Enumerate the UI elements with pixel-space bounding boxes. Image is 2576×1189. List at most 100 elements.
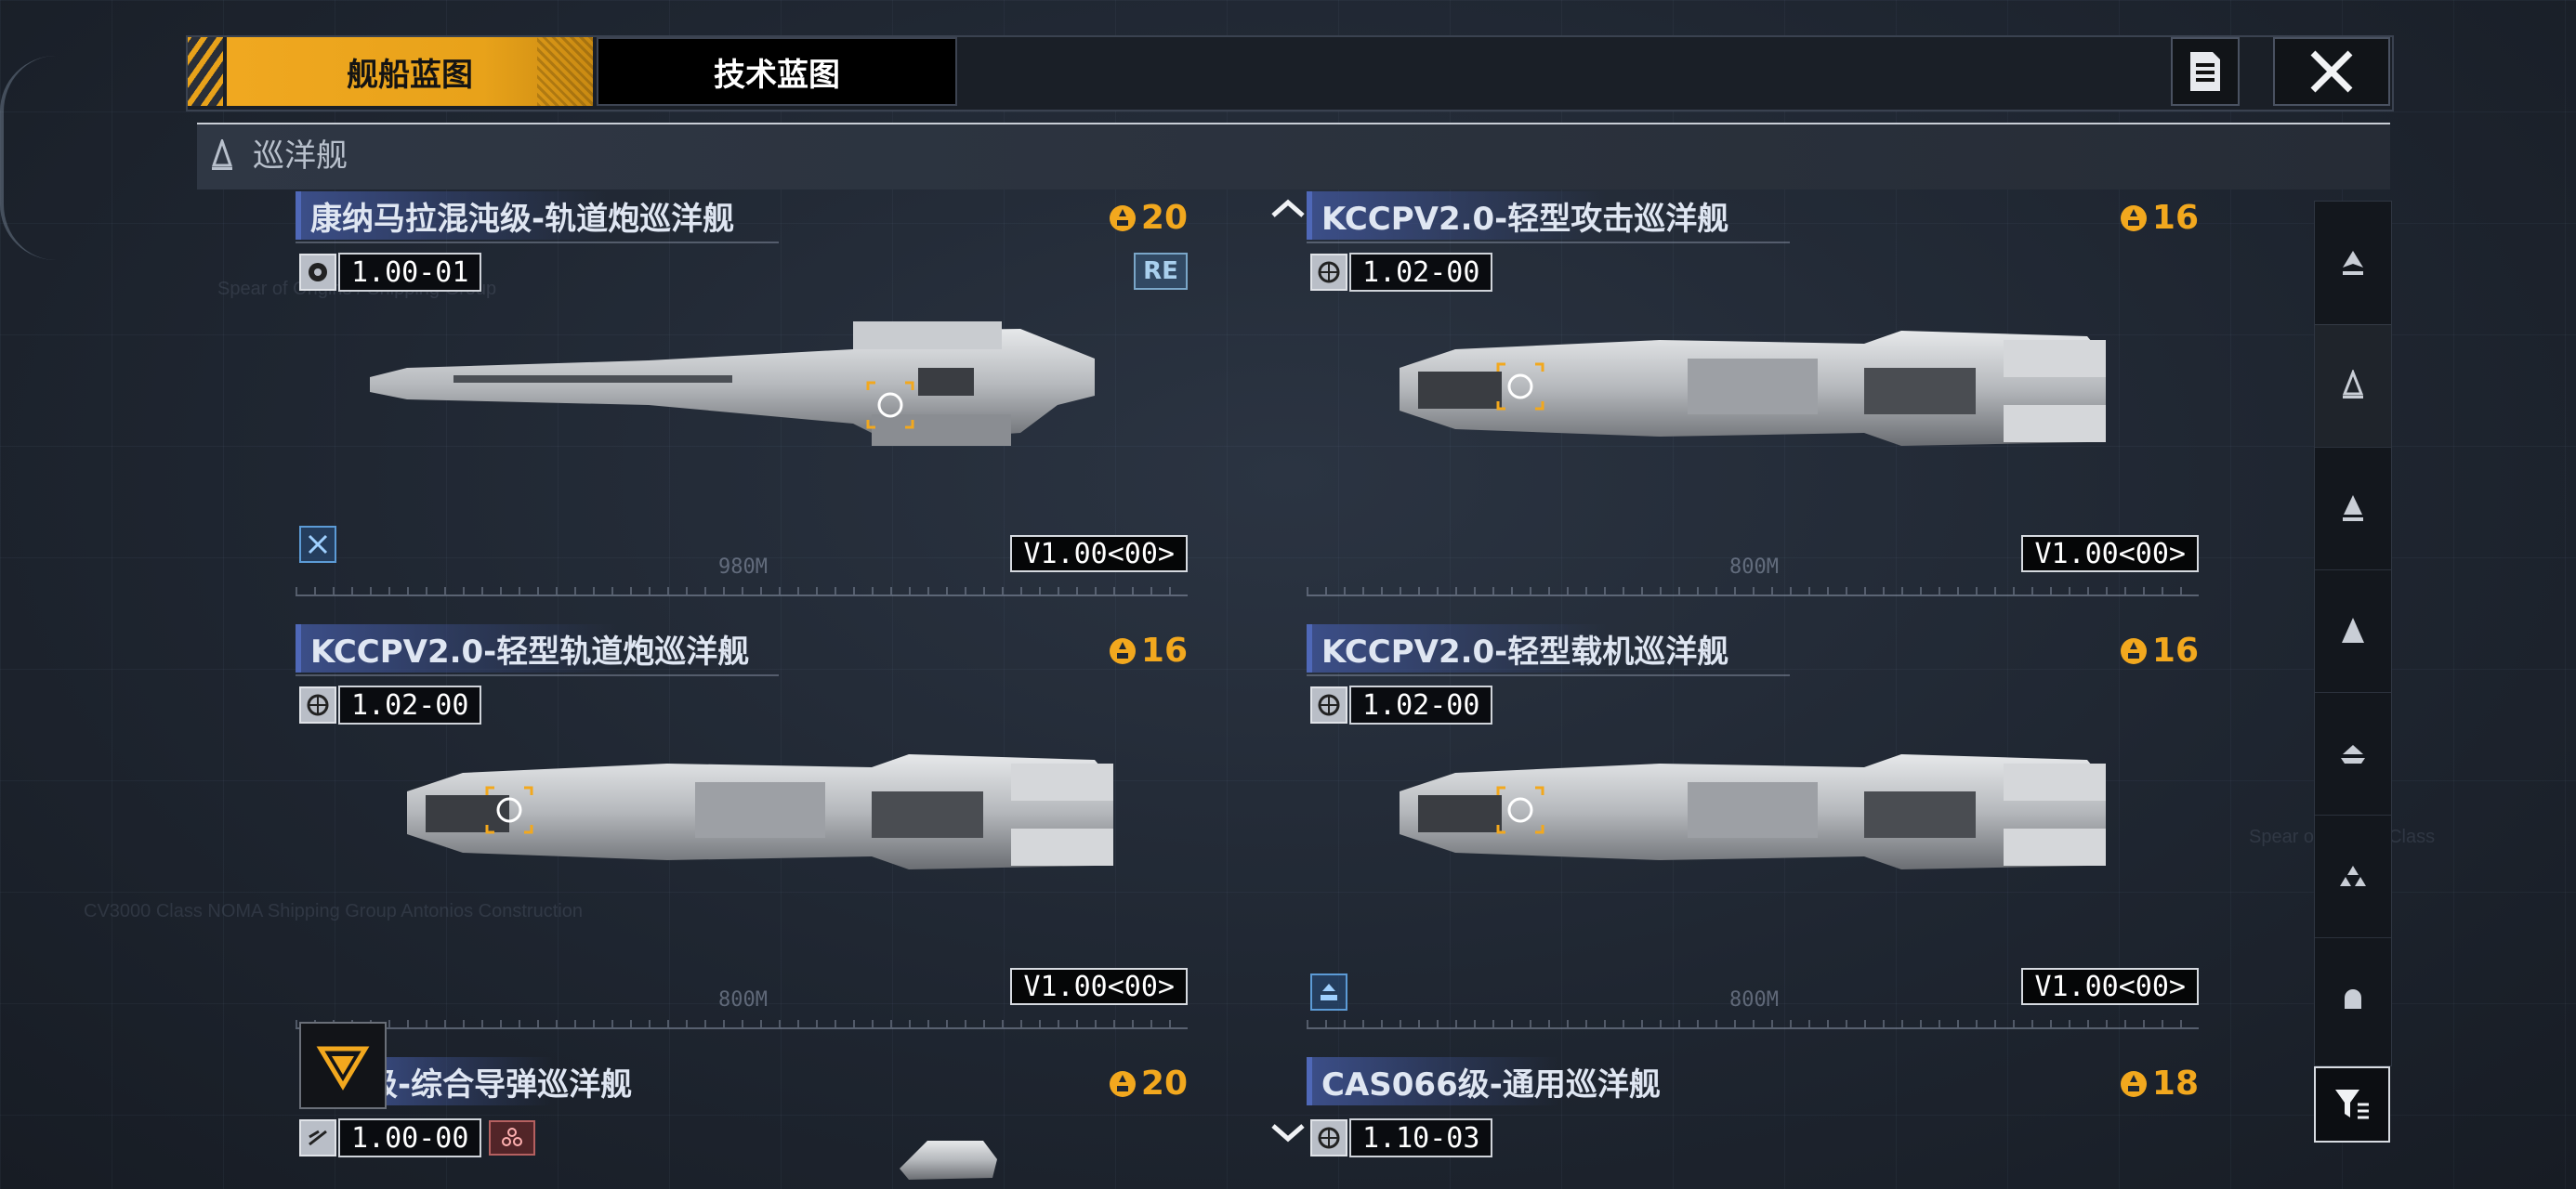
card-title: KCCPV2.0-轻型攻击巡洋舰 — [1321, 200, 1729, 238]
sidebar-item-frigate[interactable] — [2315, 202, 2391, 325]
blueprint-card[interactable]: KCCPV2.0-轻型轨道炮巡洋舰 16 1.02-00 800M V1.00<… — [296, 624, 1262, 1033]
version-label: 1.10-03 — [1349, 1118, 1493, 1157]
divider — [1307, 242, 1790, 243]
cost-gear-icon — [1109, 204, 1136, 231]
globe-icon — [1310, 686, 1347, 724]
scale-ruler — [296, 581, 1188, 596]
version-label: 1.00-00 — [338, 1118, 482, 1157]
card-title-band: 康纳马拉混沌级-轨道炮巡洋舰 — [296, 191, 743, 240]
cost-gear-icon — [1109, 1070, 1136, 1097]
sidebar-item-destroyer[interactable] — [2315, 447, 2391, 570]
sidebar-item-fleet[interactable] — [2315, 815, 2391, 938]
category-label: 巡洋舰 — [253, 137, 348, 175]
cost-value: 20 — [1140, 1065, 1188, 1103]
card-title: 级-综合导弹巡洋舰 — [366, 1065, 633, 1104]
faction-emblem-icon — [316, 1046, 370, 1091]
version-label: 1.02-00 — [1349, 253, 1493, 292]
battleship-class-icon — [2342, 618, 2364, 643]
divider — [1307, 674, 1790, 676]
sidebar-item-support[interactable] — [2315, 937, 2391, 1060]
cost: 18 — [2119, 1065, 2199, 1103]
card-title-band: 级-综合导弹巡洋舰 — [351, 1057, 640, 1105]
target-reticle-icon — [1496, 786, 1544, 834]
cost-value: 16 — [2151, 632, 2199, 670]
divider — [296, 674, 779, 676]
version-label: 1.00-01 — [338, 253, 482, 292]
blueprint-card[interactable]: CAS066级-通用巡洋舰 18 1.10-03 — [1307, 1057, 2273, 1189]
cruiser-icon — [211, 139, 233, 170]
carrier-class-icon — [2341, 745, 2365, 764]
cost: 16 — [2119, 199, 2199, 237]
distance-label: 800M — [718, 988, 768, 1012]
hazard-badge — [489, 1120, 536, 1156]
support-class-icon — [2345, 989, 2361, 1009]
blueprint-card[interactable]: 康纳马拉混沌级-轨道炮巡洋舰 20 1.00-01 RE 980M V1.00<… — [296, 191, 1262, 600]
version-row: 1.00-01 — [299, 253, 482, 292]
cost: 16 — [2119, 632, 2199, 670]
ship-image — [370, 303, 1095, 470]
card-title-band: KCCPV2.0-轻型载机巡洋舰 — [1307, 624, 1737, 673]
version-label: 1.02-00 — [1349, 686, 1493, 725]
cost: 20 — [1108, 1065, 1188, 1103]
sidebar-item-carrier[interactable] — [2315, 692, 2391, 816]
faction-toggle-button[interactable] — [299, 1022, 387, 1109]
category-header — [197, 123, 2390, 189]
faction-icon — [299, 1119, 336, 1156]
tab-ship-blueprint[interactable]: 舰船蓝图 — [227, 37, 593, 106]
scale-ruler — [296, 1014, 1188, 1029]
distance-label: 800M — [1729, 555, 1779, 579]
re-badge: RE — [1134, 253, 1188, 290]
globe-icon — [1310, 1119, 1347, 1156]
cost: 20 — [1108, 199, 1188, 237]
blueprint-card[interactable]: KCCPV2.0-轻型载机巡洋舰 16 1.02-00 800M V1.00<0… — [1307, 624, 2273, 1033]
cost-value: 20 — [1140, 199, 1188, 237]
version-row: 1.02-00 — [299, 686, 482, 725]
blueprint-card[interactable]: 级-综合导弹巡洋舰 20 1.00-00 — [296, 1057, 1262, 1189]
tab-stripe-decoration — [188, 37, 223, 106]
fleet-class-icon — [2340, 866, 2366, 886]
globe-icon — [1310, 254, 1347, 291]
tab-tech-blueprint-label: 技术蓝图 — [714, 56, 840, 94]
close-icon — [2310, 50, 2353, 93]
notes-button[interactable] — [2171, 37, 2240, 106]
sidebar-item-battleship[interactable] — [2315, 569, 2391, 693]
version-label: 1.02-00 — [338, 686, 482, 725]
faction-icon — [299, 254, 336, 291]
decorative-arc — [0, 56, 59, 260]
target-reticle-icon — [866, 381, 914, 429]
card-title-band: KCCPV2.0-轻型轨道炮巡洋舰 — [296, 624, 757, 673]
version-row: 1.02-00 — [1310, 253, 1493, 292]
cost: 16 — [1108, 632, 1188, 670]
ship-image — [900, 1141, 997, 1180]
ship-image — [1381, 303, 2106, 470]
distance-label: 800M — [1729, 988, 1779, 1012]
scroll-up-chevron-icon[interactable] — [1269, 197, 1307, 219]
cost-gear-icon — [2120, 1070, 2147, 1097]
trefoil-icon — [502, 1128, 523, 1146]
cost-gear-icon — [2120, 637, 2147, 664]
close-button[interactable] — [2273, 37, 2390, 106]
scale-ruler — [1307, 1014, 2199, 1029]
carrier-type-icon — [1310, 973, 1347, 1011]
filter-button[interactable] — [2314, 1066, 2390, 1143]
cost-value: 18 — [2151, 1065, 2199, 1103]
ship-class-sidebar — [2314, 201, 2392, 1066]
scroll-down-chevron-icon[interactable] — [1269, 1122, 1307, 1144]
cost-value: 16 — [1140, 632, 1188, 670]
ship-image — [1381, 726, 2106, 894]
card-title: KCCPV2.0-轻型载机巡洋舰 — [1321, 633, 1729, 671]
cost-gear-icon — [2120, 204, 2147, 231]
cruiser-class-icon — [2342, 370, 2364, 399]
weapon-type-icon — [299, 526, 336, 563]
card-title: 康纳马拉混沌级-轨道炮巡洋舰 — [310, 200, 735, 238]
version-row: 1.00-00 — [299, 1118, 536, 1157]
card-title: KCCPV2.0-轻型轨道炮巡洋舰 — [310, 633, 750, 671]
model-version-tag: V1.00<00> — [1010, 535, 1188, 572]
sidebar-item-cruiser[interactable] — [2315, 324, 2391, 448]
card-title-band: KCCPV2.0-轻型攻击巡洋舰 — [1307, 191, 1737, 240]
distance-label: 980M — [718, 555, 768, 579]
target-reticle-icon — [485, 786, 533, 834]
blueprint-card[interactable]: KCCPV2.0-轻型攻击巡洋舰 16 1.02-00 800M V1.00<0… — [1307, 191, 2273, 600]
tab-tech-blueprint[interactable]: 技术蓝图 — [597, 37, 957, 106]
card-title: CAS066级-通用巡洋舰 — [1321, 1065, 1661, 1104]
